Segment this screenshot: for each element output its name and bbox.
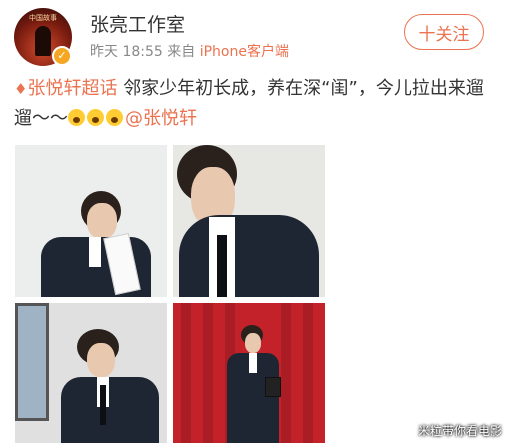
topic-diamond-icon: ♦ <box>14 80 28 98</box>
folder <box>265 377 281 397</box>
person-shirt <box>89 237 101 267</box>
author-name[interactable]: 张亮工作室 <box>90 10 185 37</box>
verified-badge-icon: ✓ <box>52 46 72 66</box>
follow-button[interactable]: 十关注 <box>404 14 484 50</box>
post-source[interactable]: iPhone客户端 <box>200 44 289 60</box>
source-prefix: 来自 <box>167 44 196 60</box>
person-face <box>87 203 117 239</box>
curtain-fold <box>281 303 291 443</box>
window <box>15 303 49 421</box>
post-text: ♦张悦轩超话 邻家少年初长成，养在深“闺”，今儿拉出来遛遛～～ @张悦轩 <box>14 74 494 134</box>
post-time: 昨天 18:55 <box>90 44 163 60</box>
person-face <box>245 333 261 353</box>
person-suit <box>61 377 159 443</box>
avatar-caption: 中国故事 <box>29 14 57 22</box>
post-photo-3[interactable] <box>15 303 167 443</box>
person-tie <box>100 385 106 425</box>
person-suit <box>179 215 319 297</box>
watermark: 米粒带你看电影 <box>418 424 503 438</box>
scared-emoji-icon <box>106 109 123 126</box>
post-photo-1[interactable] <box>15 145 167 297</box>
person-shirt <box>249 353 257 373</box>
curtain-fold <box>203 303 213 443</box>
curtain-fold <box>303 303 313 443</box>
person-tie <box>217 235 227 297</box>
scared-emoji-icon <box>87 109 104 126</box>
person-face <box>87 343 115 377</box>
topic-link[interactable]: 张悦轩超话 <box>27 78 117 99</box>
mention-link[interactable]: @张悦轩 <box>125 108 197 129</box>
post-photo-2[interactable] <box>173 145 325 297</box>
scared-emoji-icon <box>68 109 85 126</box>
post-meta: 昨天 18:55 来自 iPhone客户端 <box>90 41 289 61</box>
curtain-fold <box>181 303 191 443</box>
avatar-figure <box>35 26 51 56</box>
post-photo-4[interactable] <box>173 303 325 443</box>
